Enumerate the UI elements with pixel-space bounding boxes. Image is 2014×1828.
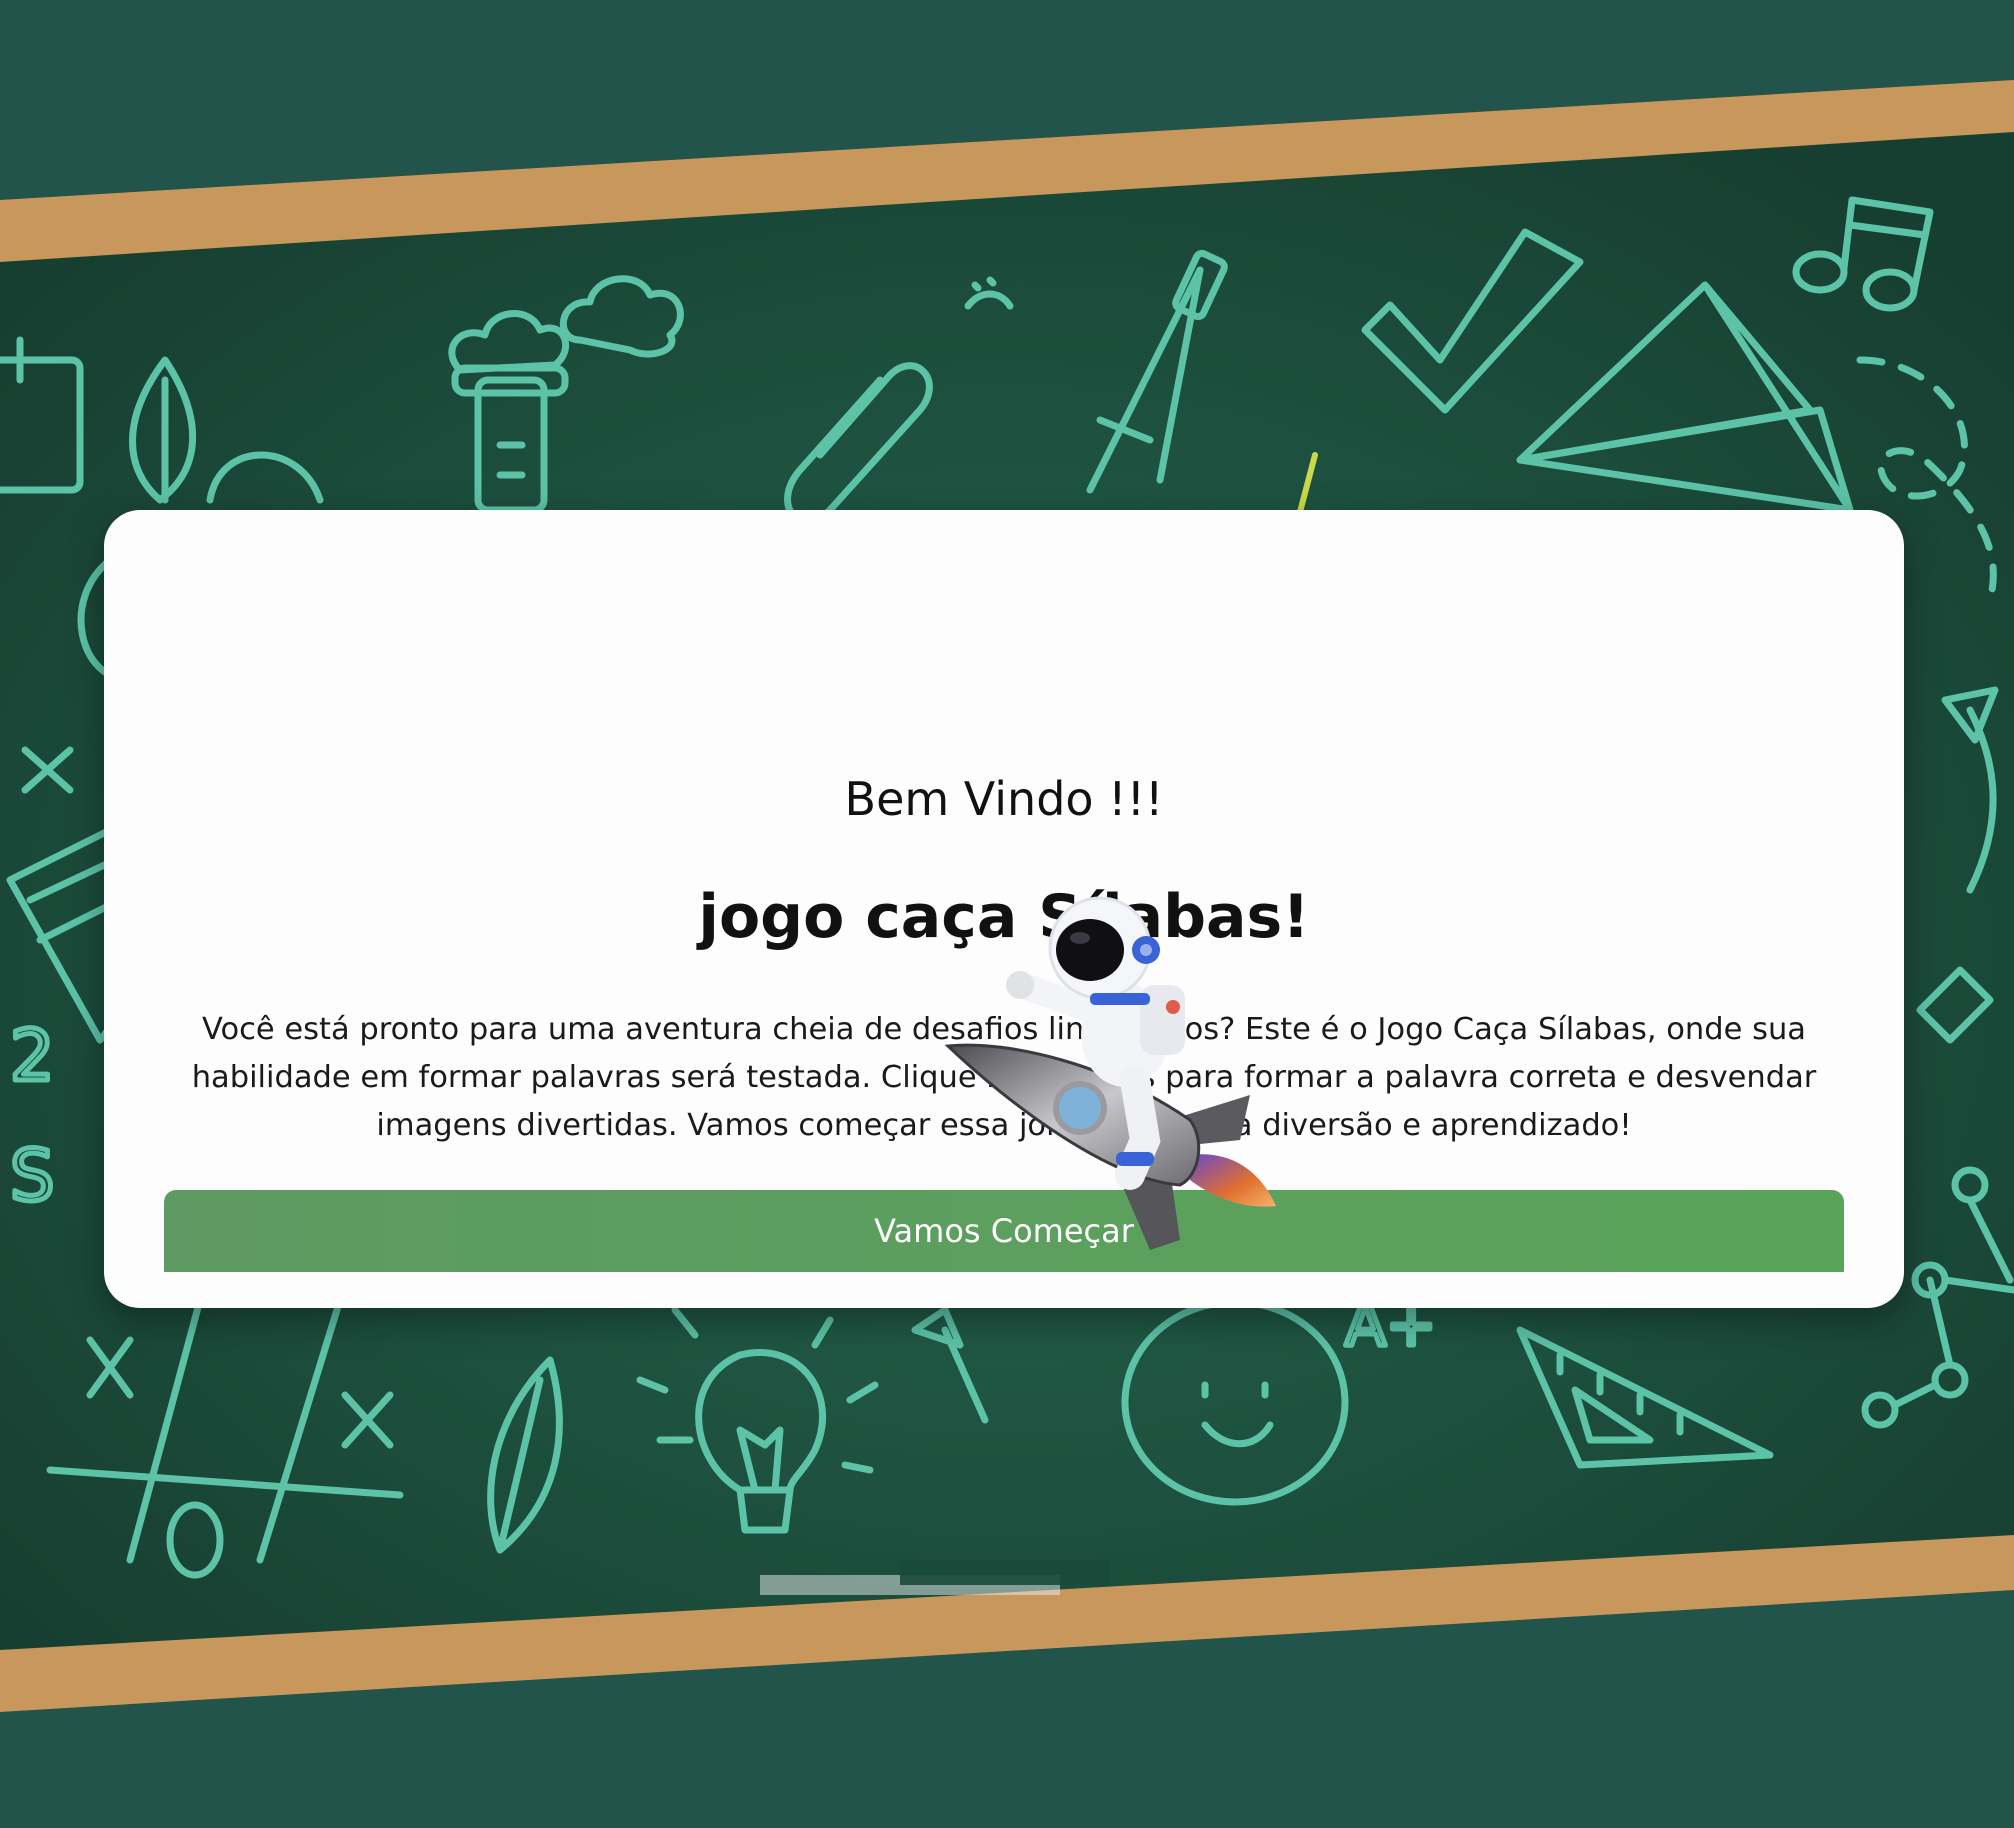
svg-text:S: S xyxy=(10,1135,54,1217)
astronaut-on-rocket-icon xyxy=(944,896,1276,1250)
chalk-smudge xyxy=(900,1560,1110,1585)
svg-text:2: 2 xyxy=(10,1015,55,1097)
welcome-heading: Bem Vindo !!! xyxy=(844,772,1164,826)
welcome-modal: Bem Vindo !!! jogo caça Sílabas! Você es… xyxy=(104,510,1904,1308)
